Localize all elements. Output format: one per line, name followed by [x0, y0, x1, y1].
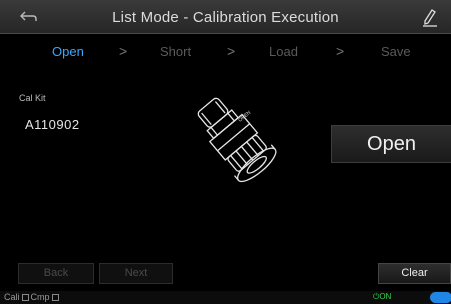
status-left: Cali Cmp [4, 292, 61, 302]
step-save: Save [381, 44, 411, 59]
status-bar: Cali Cmp ⏻ON [0, 291, 451, 304]
cali-checkbox[interactable] [21, 294, 29, 301]
step-short: Short [160, 44, 192, 59]
step-separator: > [119, 43, 128, 59]
page-title: List Mode - Calibration Execution [112, 9, 339, 26]
pencil-icon[interactable] [421, 8, 439, 28]
step-open: Open [52, 44, 84, 59]
back-button[interactable]: Back [18, 263, 94, 284]
cali-label: Cali [4, 292, 20, 302]
open-standard-button[interactable]: Open [331, 125, 451, 163]
clear-button[interactable]: Clear [378, 263, 451, 284]
cal-kit-value: A110902 [25, 117, 80, 132]
calibration-steps: Open > Short > Load > Save [0, 38, 451, 66]
step-load: Load [269, 44, 298, 59]
next-button[interactable]: Next [99, 263, 173, 284]
cal-kit-label: Cal Kit [19, 93, 46, 103]
cmp-label: Cmp [30, 292, 50, 302]
step-separator: > [336, 43, 345, 59]
connector-engraving: OPEN [237, 110, 252, 124]
title-bar: List Mode - Calibration Execution [0, 0, 451, 34]
open-standard-connector-icon: OPEN [197, 97, 277, 183]
toggle-pill[interactable] [430, 292, 451, 303]
on-indicator: ⏻ON [373, 292, 391, 302]
step-separator: > [227, 43, 236, 59]
on-label: ON [379, 292, 392, 301]
cmp-checkbox[interactable] [51, 294, 59, 301]
